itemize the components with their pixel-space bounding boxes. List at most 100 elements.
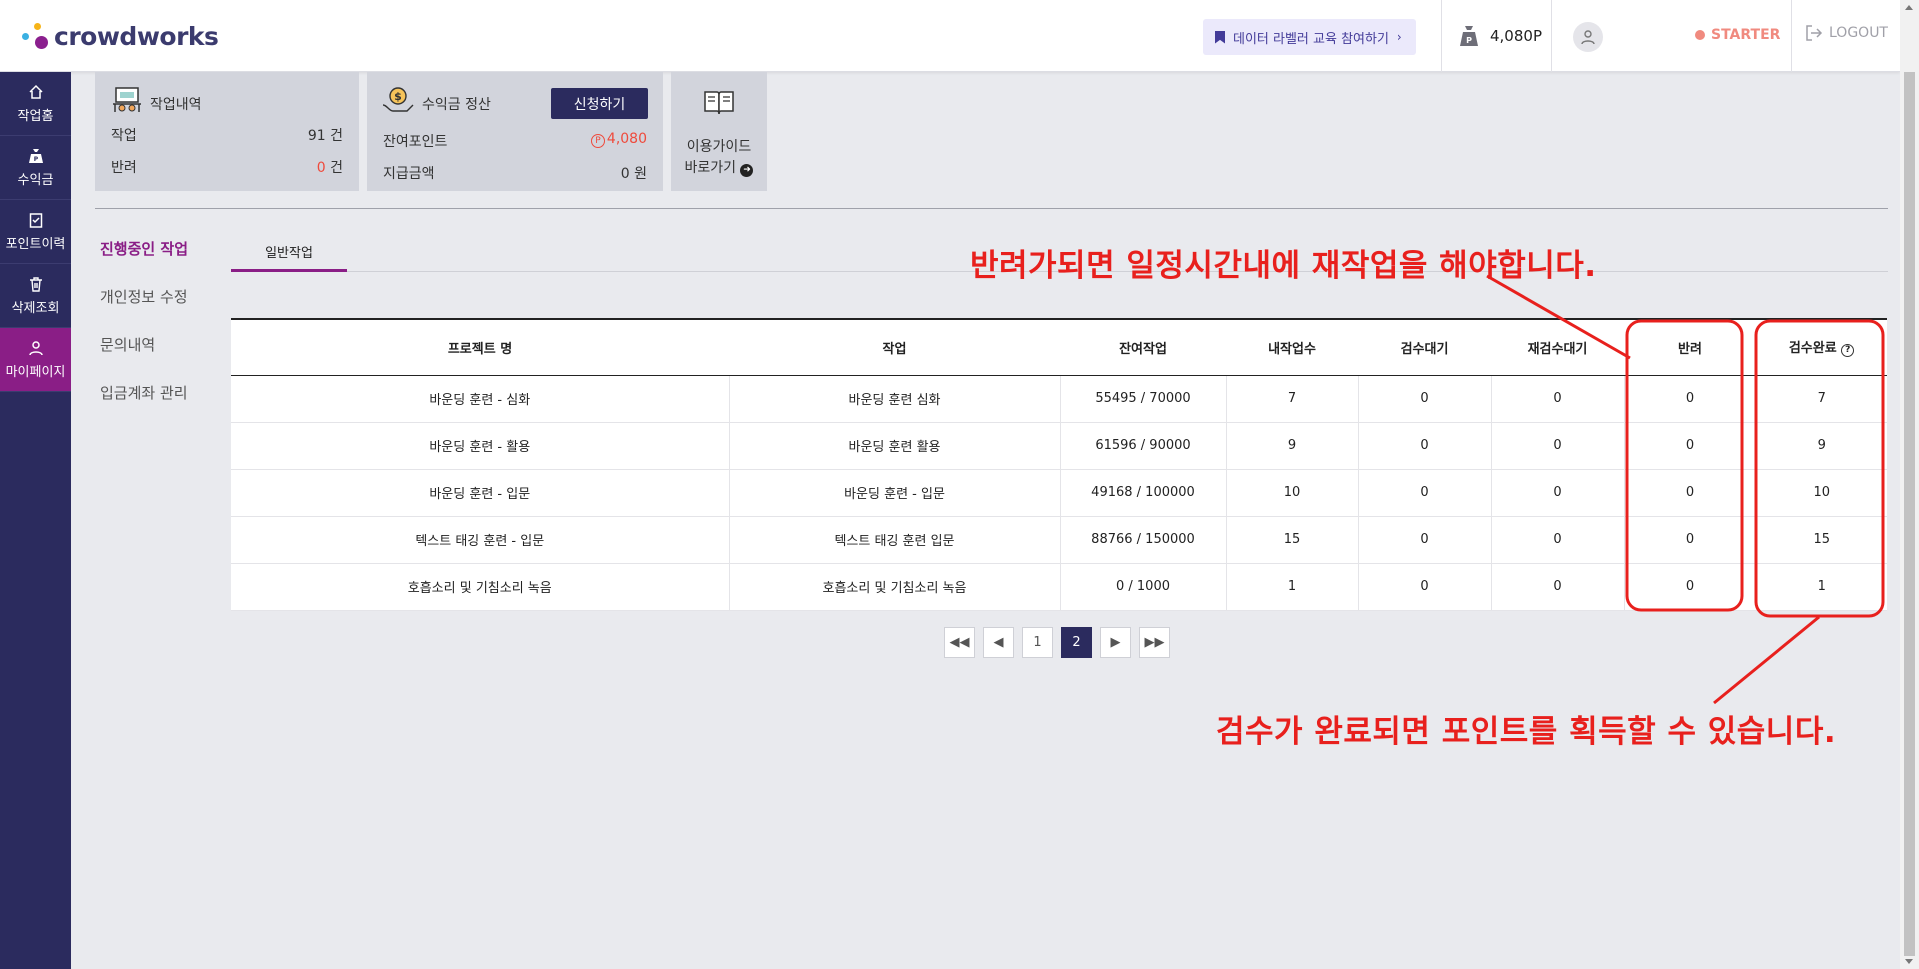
guide-link[interactable]: 이용가이드 바로가기 ➜ [671,137,767,179]
table-cell: 7 [1226,375,1359,423]
last-page-icon[interactable]: ▶▶ [1139,627,1170,658]
guide-line-1: 이용가이드 [686,139,752,155]
reject-annotation: 반려가되면 일정시간내에 재작업을 해야합니다. [970,248,1597,284]
table-row[interactable]: 텍스트 태깅 훈련 - 입문 텍스트 태깅 훈련 입문 88766 / 1500… [231,516,1887,564]
help-circle-icon[interactable]: ? [1841,344,1855,358]
table-cell: 0 [1491,422,1625,470]
row-value: 0 건 [316,160,343,176]
sidebar-item-earnings[interactable]: P 수익금 [0,136,71,200]
first-page-icon[interactable]: ◀◀ [944,627,975,658]
tab-general-work[interactable]: 일반작업 [231,234,347,272]
column-header[interactable]: 검수대기 [1358,318,1491,376]
table-cell: 55495 / 70000 [1060,375,1227,423]
sidebar-item-work-home[interactable]: 작업홈 [0,72,71,136]
table-cell: 1 [1756,563,1887,611]
table-row[interactable]: 호흡소리 및 기침소리 녹음 호흡소리 및 기침소리 녹음 0 / 1000 1… [231,563,1887,611]
trash-icon [29,276,42,292]
logout-button[interactable]: LOGOUT [1805,25,1888,41]
points-value: 4,080P [1490,27,1542,45]
column-header[interactable]: 프로젝트 명 [231,318,729,376]
table-cell: 호흡소리 및 기침소리 녹음 [729,563,1061,611]
prev-page-icon[interactable]: ◀ [983,627,1014,658]
column-header[interactable]: 재검수대기 [1491,318,1624,376]
sidebar-item-label: 마이페이지 [5,364,66,380]
table-cell: 바운딩 훈련 - 입문 [231,469,730,517]
table-row[interactable]: 바운딩 훈련 - 심화 바운딩 훈련 심화 55495 / 70000 7 0 … [231,375,1887,423]
education-button-label: 데이터 라벨러 교육 참여하기 [1233,31,1389,47]
table-header-row: 프로젝트 명 작업 잔여작업 내작업수 검수대기 재검수대기 반려 검수완료 ? [231,318,1887,376]
svg-text:$: $ [394,90,402,103]
avatar[interactable] [1573,22,1603,52]
logo-text: crowdworks [54,21,219,51]
column-header[interactable]: 검수완료 ? [1756,318,1887,376]
header-divider [1441,0,1442,72]
page-scrollbar[interactable] [1900,0,1919,969]
work-summary-card: 작업내역 작업 91 건 반려 0 건 [95,72,359,191]
crowdworks-logo[interactable]: crowdworks [22,20,219,52]
logo-mark [22,21,52,51]
table-cell: 1 [1226,563,1359,611]
sidebar-item-label: 작업홈 [17,108,54,124]
logout-label: LOGOUT [1829,25,1888,41]
table-cell: 텍스트 태깅 훈련 입문 [729,516,1061,564]
arrow-right-circle-icon: ➜ [740,164,754,177]
row-value: P 4,080 [590,131,647,151]
row-label: 작업 [111,128,137,144]
column-header[interactable]: 반려 [1624,318,1756,376]
column-header[interactable]: 잔여작업 [1060,318,1226,376]
scroll-thumb[interactable] [1904,72,1915,956]
education-button[interactable]: 데이터 라벨러 교육 참여하기 › [1203,19,1416,55]
point-bag-icon: P [1460,26,1478,46]
page-button[interactable]: 1 [1022,627,1053,658]
work-count-row: 작업 91 건 [111,125,343,145]
table-cell: 0 [1491,375,1625,423]
sidebar-item-point-history[interactable]: 포인트이력 [0,200,71,264]
table-cell: 0 [1624,469,1757,517]
row-value: 91 건 [307,128,343,144]
coin-hand-icon: $ [382,87,414,112]
table-cell: 10 [1756,469,1887,517]
submenu-item-bank-account[interactable]: 입금계좌 관리 [100,382,188,430]
sidebar-item-mypage[interactable]: 마이페이지 [0,328,71,392]
clipboard-icon [29,212,42,228]
next-page-icon[interactable]: ▶ [1100,627,1131,658]
header-divider [1551,0,1552,72]
sidebar-item-deleted-lookup[interactable]: 삭제조회 [0,264,71,328]
top-header: crowdworks 데이터 라벨러 교육 참여하기 › P 4,080P ST… [0,0,1900,72]
scroll-down-icon[interactable] [1905,959,1913,964]
table-cell: 0 [1624,375,1757,423]
logout-icon [1806,25,1823,41]
earnings-summary-card: $ 수익금 정산 신청하기 잔여포인트 P 4,080 지급금액 0 원 [367,72,663,191]
submenu-item-profile-edit[interactable]: 개인정보 수정 [100,286,188,334]
table-cell: 0 [1358,469,1492,517]
guide-line-2: 바로가기 ➜ [671,158,767,179]
submenu-item-in-progress[interactable]: 진행중인 작업 [100,238,188,286]
table-row[interactable]: 바운딩 훈련 - 입문 바운딩 훈련 - 입문 49168 / 100000 1… [231,469,1887,517]
table-cell: 바운딩 훈련 - 심화 [231,375,730,423]
level-badge: STARTER [1695,27,1780,43]
mypage-submenu: 진행중인 작업 개인정보 수정 문의내역 입금계좌 관리 [100,238,188,430]
card-title: 작업내역 [150,97,202,113]
table-cell: 0 [1491,516,1625,564]
page-button-current[interactable]: 2 [1061,627,1092,658]
table-cell: 0 [1358,516,1492,564]
apply-settlement-button[interactable]: 신청하기 [551,88,648,119]
row-label: 잔여포인트 [383,134,448,150]
column-header[interactable]: 내작업수 [1226,318,1358,376]
points-display[interactable]: P 4,080P [1458,24,1542,48]
svg-text:P: P [33,156,38,163]
sidebar-item-label: 포인트이력 [5,236,66,252]
table-cell: 0 [1624,422,1757,470]
table-cell: 0 / 1000 [1060,563,1227,611]
bookmark-icon [1215,30,1225,44]
payment-amount-row: 지급금액 0 원 [383,163,647,183]
column-header[interactable]: 작업 [729,318,1060,376]
submenu-item-inquiries[interactable]: 문의내역 [100,334,188,382]
table-cell: 88766 / 150000 [1060,516,1227,564]
table-row[interactable]: 바운딩 훈련 - 활용 바운딩 훈련 활용 61596 / 90000 9 0 … [231,422,1887,470]
guide-card[interactable]: 이용가이드 바로가기 ➜ [671,72,767,191]
remaining-points-row: 잔여포인트 P 4,080 [383,131,647,151]
user-icon [1581,30,1595,45]
scroll-up-icon[interactable] [1905,5,1913,10]
pagination: ◀◀ ◀ 1 2 ▶ ▶▶ [944,627,1170,658]
